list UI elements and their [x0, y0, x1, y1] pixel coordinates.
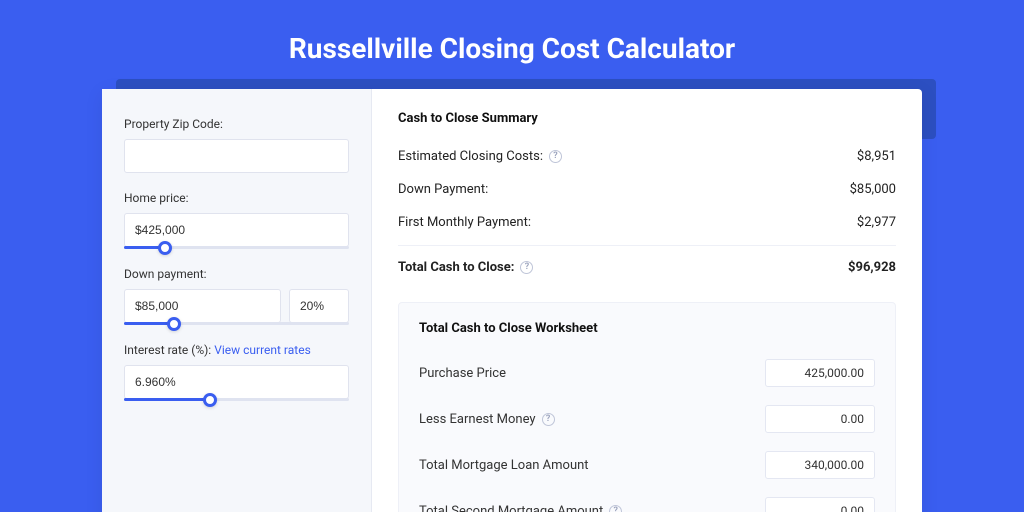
summary-label-text: First Monthly Payment: [398, 215, 531, 230]
worksheet-label-text: Total Mortgage Loan Amount [419, 458, 589, 473]
summary-heading: Cash to Close Summary [398, 111, 896, 126]
zip-input[interactable] [124, 139, 349, 173]
worksheet-row-purchase-price: Purchase Price 425,000.00 [419, 350, 875, 396]
down-payment-slider-thumb[interactable] [167, 317, 181, 331]
interest-rate-slider-thumb[interactable] [203, 393, 217, 407]
results-panel: Cash to Close Summary Estimated Closing … [372, 89, 922, 512]
help-icon[interactable]: ? [549, 150, 562, 163]
down-payment-input[interactable] [124, 289, 281, 323]
field-zip: Property Zip Code: [124, 117, 349, 173]
interest-rate-input[interactable] [124, 365, 349, 399]
worksheet-label-text: Total Second Mortgage Amount [419, 504, 603, 512]
worksheet-heading: Total Cash to Close Worksheet [419, 321, 875, 336]
worksheet-value: 425,000.00 [765, 359, 875, 387]
down-payment-label: Down payment: [124, 267, 349, 281]
home-price-input[interactable] [124, 213, 349, 247]
help-icon[interactable]: ? [520, 261, 533, 274]
field-home-price: Home price: [124, 191, 349, 249]
calculator-card: Property Zip Code: Home price: Down paym… [102, 89, 922, 512]
help-icon[interactable]: ? [609, 505, 622, 512]
field-down-payment: Down payment: [124, 267, 349, 325]
view-rates-link[interactable]: View current rates [214, 343, 311, 357]
interest-rate-label: Interest rate (%): View current rates [124, 343, 349, 357]
interest-rate-label-text: Interest rate (%): [124, 343, 211, 357]
worksheet-row-second-mortgage: Total Second Mortgage Amount ? 0.00 [419, 488, 875, 512]
summary-total-label: Total Cash to Close: [398, 260, 514, 275]
summary-value: $2,977 [857, 215, 896, 230]
summary-label-text: Down Payment: [398, 182, 488, 197]
help-icon[interactable]: ? [542, 413, 555, 426]
down-payment-slider[interactable] [124, 322, 349, 325]
summary-row-closing-costs: Estimated Closing Costs: ? $8,951 [398, 140, 896, 173]
worksheet-value: 340,000.00 [765, 451, 875, 479]
summary-row-first-payment: First Monthly Payment: $2,977 [398, 206, 896, 239]
worksheet-row-earnest-money: Less Earnest Money ? 0.00 [419, 396, 875, 442]
summary-row-total: Total Cash to Close: ? $96,928 [398, 245, 896, 284]
worksheet-row-total-mortgage: Total Mortgage Loan Amount 340,000.00 [419, 442, 875, 488]
home-price-slider-thumb[interactable] [158, 241, 172, 255]
worksheet-value: 0.00 [765, 497, 875, 512]
summary-value: $85,000 [850, 182, 896, 197]
summary-value: $8,951 [857, 149, 896, 164]
worksheet-value: 0.00 [765, 405, 875, 433]
summary-row-down-payment: Down Payment: $85,000 [398, 173, 896, 206]
interest-rate-slider-fill [124, 398, 210, 401]
worksheet-label-text: Less Earnest Money [419, 412, 536, 427]
worksheet-label-text: Purchase Price [419, 366, 506, 381]
home-price-label: Home price: [124, 191, 349, 205]
summary-total-value: $96,928 [848, 260, 896, 275]
field-interest-rate: Interest rate (%): View current rates [124, 343, 349, 401]
zip-label: Property Zip Code: [124, 117, 349, 131]
interest-rate-slider[interactable] [124, 398, 349, 401]
worksheet-card: Total Cash to Close Worksheet Purchase P… [398, 302, 896, 512]
down-payment-pct-input[interactable] [289, 289, 349, 323]
page-title: Russellville Closing Cost Calculator [0, 0, 1024, 89]
home-price-slider[interactable] [124, 246, 349, 249]
form-panel: Property Zip Code: Home price: Down paym… [102, 89, 372, 512]
summary-label-text: Estimated Closing Costs: [398, 149, 543, 164]
